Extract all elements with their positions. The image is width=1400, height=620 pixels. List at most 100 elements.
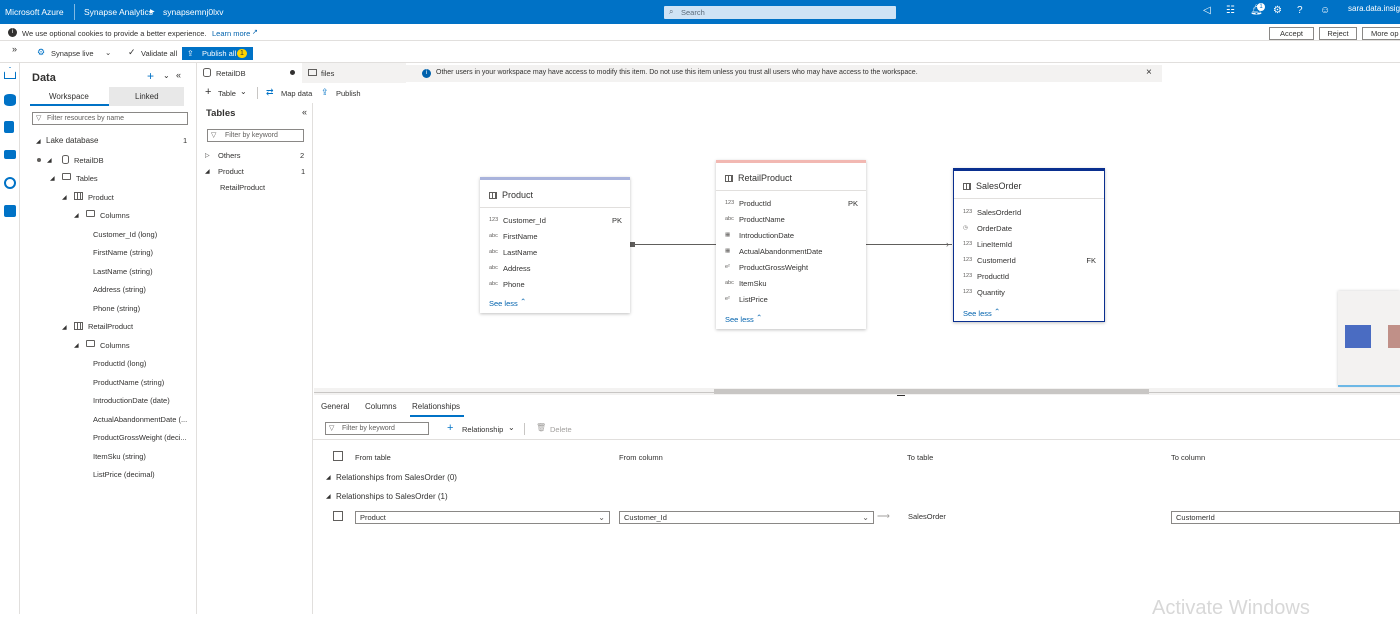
publish-all-button[interactable]: ⇪ Publish all 1 [182,47,253,60]
chevron-up-icon[interactable]: ⌃ [756,313,762,322]
minimap[interactable] [1338,291,1400,387]
entity-column[interactable]: 123 Customer_Id PK [480,213,630,229]
expand-triangle-icon[interactable]: ◢ [62,194,67,201]
tree-node-retaildb[interactable]: RetailDB [74,156,104,165]
table-button[interactable]: Table [218,89,236,98]
integrate-icon[interactable] [4,150,16,159]
megaphone-icon[interactable]: ◁ [1203,5,1211,16]
entity-salesorder[interactable]: SalesOrder 123 SalesOrderId ◷ OrderDate 12… [953,168,1105,322]
row-checkbox[interactable] [333,511,343,521]
entity-column[interactable]: abc FirstName [480,229,630,245]
add-relationship-button[interactable]: Relationship [462,425,503,434]
expand-triangle-icon[interactable]: ◢ [50,175,55,182]
tab-linked[interactable]: Linked [109,87,184,106]
tree-node-tables[interactable]: Tables [76,174,98,183]
publish-button[interactable]: Publish [336,89,361,98]
collapse-panel-icon[interactable]: « [176,70,181,80]
tree-column-item[interactable]: ProductGrossWeight (deci... [93,433,187,442]
tree-column-item[interactable]: Address (string) [93,285,146,294]
tree-column-item[interactable]: ActualAbandonmentDate (... [93,415,187,424]
person-feedback-icon[interactable]: ☺ [1320,5,1330,16]
tree-column-item[interactable]: IntroductionDate (date) [93,396,170,405]
expand-triangle-icon[interactable]: ◢ [326,474,331,481]
user-account[interactable]: sara.data.insigh [1348,4,1400,13]
azure-brand-link[interactable]: Microsoft Azure [5,7,64,17]
connector-handle[interactable] [630,242,635,247]
more-options-button[interactable]: More op [1362,27,1400,40]
product-name[interactable]: Synapse Analytics [84,7,153,17]
tree-node-retailproduct[interactable]: RetailProduct [88,322,133,331]
monitor-icon[interactable] [4,177,16,189]
learn-more-link[interactable]: Learn more [212,29,250,38]
lake-database-node[interactable]: Lake database [46,136,99,145]
table-row[interactable]: Product ⌄ Customer_Id ⌄ ⟶ SalesOrder Cus… [313,505,1400,530]
tree-column-item[interactable]: ItemSku (string) [93,452,146,461]
manage-icon[interactable] [4,205,16,217]
validate-all-button[interactable]: Validate all [141,49,177,58]
entity-retailproduct[interactable]: RetailProduct 123 ProductId PK abc ProductN… [716,160,866,329]
entity-column[interactable]: e² ListPrice [716,292,866,308]
see-less-link[interactable]: See less [489,299,518,308]
entity-column[interactable]: ◷ OrderDate [954,221,1104,237]
filter-resources-input[interactable]: ▽ Filter resources by name [32,112,188,125]
tree-column-item[interactable]: FirstName (string) [93,248,153,257]
chevron-down-icon[interactable]: ⌄ [105,48,111,57]
reject-button[interactable]: Reject [1319,27,1357,40]
relationships-filter-input[interactable]: ▽ Filter by keyword [325,422,429,435]
entity-product[interactable]: Product 123 Customer_Id PK abc FirstName ab… [480,177,630,313]
see-less-link[interactable]: See less [963,309,992,318]
entity-column[interactable]: 123 ProductId PK [716,196,866,212]
collapsed-triangle-icon[interactable]: ▷ [205,152,210,159]
chevron-down-icon[interactable]: ⌄ [508,423,515,432]
entity-column[interactable]: 123 Quantity [954,285,1104,301]
map-data-button[interactable]: Map data [281,89,312,98]
chevron-up-icon[interactable]: ⌃ [994,307,1000,316]
synapse-live-dropdown[interactable]: Synapse live [51,49,94,58]
entity-column[interactable]: ▦ ActualAbandonmentDate [716,244,866,260]
home-icon[interactable] [4,67,16,79]
accept-button[interactable]: Accept [1269,27,1314,40]
entity-column[interactable]: abc ProductName [716,212,866,228]
entity-column[interactable]: abc Address [480,261,630,277]
entity-column[interactable]: e² ProductGrossWeight [716,260,866,276]
tree-column-item[interactable]: Phone (string) [93,304,140,313]
entity-column[interactable]: 123 LineItemId [954,237,1104,253]
entity-column[interactable]: 123 ProductId [954,269,1104,285]
entity-column[interactable]: 123 SalesOrderId [954,205,1104,221]
entity-column[interactable]: ▦ IntroductionDate [716,228,866,244]
expanded-triangle-icon[interactable]: ◢ [205,168,210,175]
group-product[interactable]: Product [218,167,244,176]
gear-icon[interactable]: ⚙ [1273,5,1282,16]
entity-column[interactable]: abc Phone [480,277,630,293]
expand-triangle-icon[interactable]: ◢ [47,157,52,164]
table-item-retailproduct[interactable]: RetailProduct [220,183,265,192]
collapse-panel-icon[interactable]: « [302,107,307,117]
group-relationships-from[interactable]: Relationships from SalesOrder (0) [336,473,457,482]
delete-button[interactable]: Delete [550,425,572,434]
tab-files[interactable]: files [302,63,406,83]
group-others[interactable]: Others [218,151,241,160]
expand-triangle-icon[interactable]: ◢ [326,493,331,500]
search-input[interactable]: ⌕ Search [664,6,896,19]
collapse-icon[interactable]: » [12,44,17,54]
tab-retaildb[interactable]: RetailDB [197,63,302,83]
expand-triangle-icon[interactable]: ◢ [36,138,41,145]
tab-workspace[interactable]: Workspace [30,87,109,106]
diagram-canvas[interactable]: › Product 123 Customer_Id PK abc FirstName … [314,103,1400,395]
tree-column-item[interactable]: ProductName (string) [93,378,164,387]
chevron-up-icon[interactable]: ⌃ [520,297,526,306]
select-all-checkbox[interactable] [333,451,343,461]
entity-column[interactable]: 123 CustomerId FK [954,253,1104,269]
tree-node-columns[interactable]: Columns [100,211,130,220]
tree-column-item[interactable]: ListPrice (decimal) [93,470,155,479]
tree-node-product[interactable]: Product [88,193,114,202]
expand-triangle-icon[interactable]: ◢ [62,324,67,331]
tree-column-item[interactable]: ProductId (long) [93,359,146,368]
chevron-down-icon[interactable]: ⌄ [240,87,247,96]
feedback-icon[interactable]: ☷ [1226,5,1235,16]
help-icon[interactable]: ? [1297,5,1303,16]
tree-node-columns[interactable]: Columns [100,341,130,350]
tables-filter-input[interactable]: ▽ Filter by keyword [207,129,304,142]
from-column-select[interactable]: Customer_Id ⌄ [619,511,874,524]
unsaved-dot-icon[interactable] [290,70,295,75]
